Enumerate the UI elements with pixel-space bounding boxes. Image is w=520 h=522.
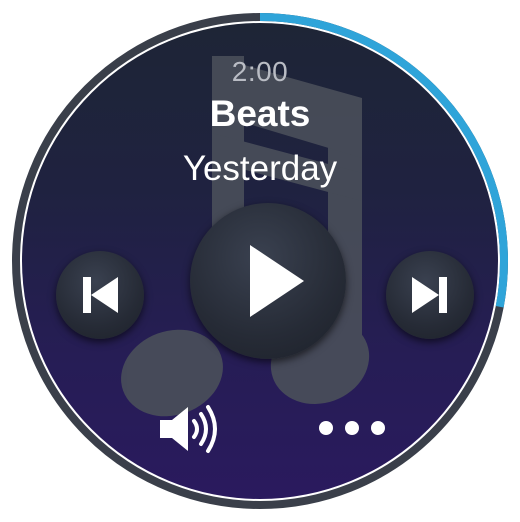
artist-name: Beats xyxy=(209,93,311,134)
player-face: 2:00 Beats Yesterday xyxy=(22,23,498,499)
play-icon xyxy=(250,245,304,317)
watch-screen: 2:00 Beats Yesterday xyxy=(0,0,520,522)
track-title: Yesterday xyxy=(182,149,338,188)
next-button[interactable] xyxy=(386,251,474,339)
skip-previous-icon xyxy=(83,277,118,313)
elapsed-time: 2:00 xyxy=(231,56,289,87)
more-options-button[interactable] xyxy=(312,413,392,443)
more-dots-icon xyxy=(319,421,385,435)
previous-button[interactable] xyxy=(56,251,144,339)
volume-button[interactable] xyxy=(156,401,226,457)
play-button[interactable] xyxy=(190,203,346,359)
volume-icon xyxy=(160,405,217,453)
skip-next-icon xyxy=(412,277,447,313)
